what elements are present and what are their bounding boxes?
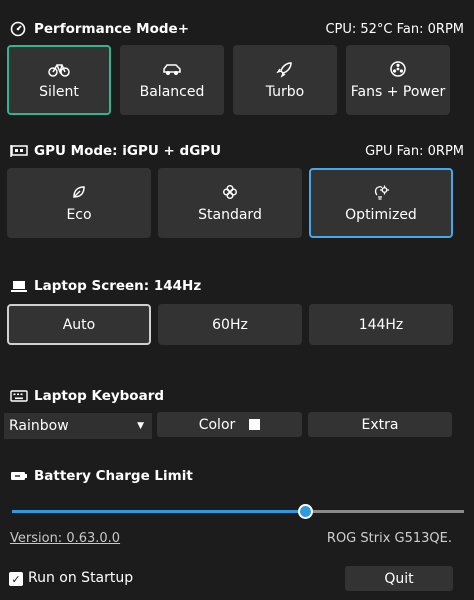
model-label: ROG Strix G513QE. (326, 531, 452, 546)
keyboard-color-button[interactable]: Color (157, 412, 302, 437)
slider-track-filled (12, 510, 306, 513)
keyboard-title: Laptop Keyboard (34, 388, 165, 404)
mode-silent-button[interactable]: Silent (7, 45, 111, 115)
gpu-header: GPU Mode: iGPU + dGPU GPU Fan: 0RPM (10, 141, 464, 161)
quit-label: Quit (384, 570, 414, 587)
startup-checkbox[interactable]: ✓ (9, 572, 23, 586)
gpu-standard-button[interactable]: Standard (158, 168, 302, 238)
screen-144hz-button[interactable]: 144Hz (309, 304, 453, 345)
screen-auto-label: Auto (62, 316, 96, 333)
mode-balanced-label: Balanced (139, 84, 205, 100)
keyboard-extra-label: Extra (361, 416, 399, 433)
mode-balanced-button[interactable]: Balanced (120, 45, 224, 115)
color-swatch (249, 419, 261, 430)
keyboard-color-label: Color (198, 416, 236, 433)
bicycle-icon (48, 60, 70, 78)
chevron-down-icon: ▼ (137, 421, 144, 431)
gpu-optimized-button[interactable]: Optimized (309, 168, 453, 238)
mode-silent-label: Silent (39, 84, 79, 100)
startup-label[interactable]: Run on Startup (28, 570, 133, 586)
mode-turbo-button[interactable]: Turbo (233, 45, 337, 115)
slider-track-empty (305, 510, 464, 513)
check-icon: ✓ (11, 572, 21, 586)
car-icon (161, 60, 183, 78)
screen-title: Laptop Screen: 144Hz (34, 278, 202, 294)
gpu-fan-status: GPU Fan: 0RPM (365, 143, 464, 159)
gpu-eco-label: Eco (66, 207, 92, 223)
gauge-icon (10, 21, 28, 37)
gpu-title: GPU Mode: iGPU + dGPU (34, 143, 222, 159)
leaf-icon (71, 183, 87, 201)
slider-thumb[interactable] (298, 504, 314, 519)
battery-title: Battery Charge Limit (34, 468, 193, 484)
mode-fans-power-button[interactable]: Fans + Power (346, 45, 450, 115)
keyboard-extra-button[interactable]: Extra (308, 412, 452, 437)
screen-auto-button[interactable]: Auto (7, 304, 151, 345)
keyboard-mode-value: Rainbow (9, 418, 69, 434)
gpu-eco-button[interactable]: Eco (7, 168, 151, 238)
screen-header: Laptop Screen: 144Hz (10, 276, 464, 296)
battery-icon (10, 468, 28, 484)
gpu-optimized-label: Optimized (345, 207, 417, 223)
mode-turbo-label: Turbo (265, 84, 305, 100)
keyboard-mode-select[interactable]: Rainbow ▼ (4, 413, 152, 439)
rocket-icon (276, 60, 294, 78)
cpu-fan-status: CPU: 52°C Fan: 0RPM (325, 21, 464, 37)
performance-header: Performance Mode+ CPU: 52°C Fan: 0RPM (10, 19, 464, 39)
screen-60hz-button[interactable]: 60Hz (158, 304, 302, 345)
flower-icon (222, 183, 238, 201)
laptop-icon (10, 278, 28, 294)
gpu-standard-label: Standard (198, 207, 262, 223)
bulb-gear-icon (372, 183, 390, 201)
battery-header: Battery Charge Limit (10, 466, 464, 486)
keyboard-header: Laptop Keyboard (10, 386, 464, 406)
version-link[interactable]: Version: 0.63.0.0 (10, 531, 120, 546)
mode-fans-power-label: Fans + Power (350, 84, 446, 100)
fan-icon (389, 60, 407, 78)
quit-button[interactable]: Quit (345, 566, 453, 591)
gpu-card-icon (10, 143, 28, 159)
keyboard-icon (10, 388, 28, 404)
screen-60hz-label: 60Hz (212, 316, 248, 333)
performance-title: Performance Mode+ (34, 21, 189, 37)
screen-144hz-label: 144Hz (358, 316, 404, 333)
